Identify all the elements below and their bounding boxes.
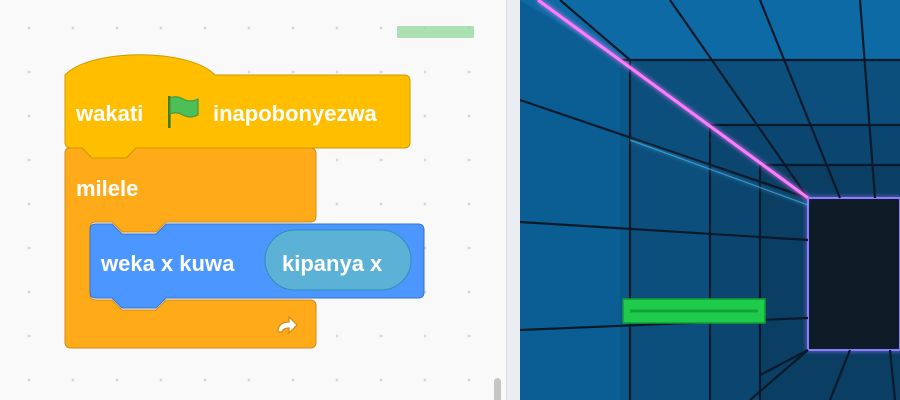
stage-canvas[interactable] <box>520 0 900 400</box>
forever-block-label: milele <box>76 176 138 201</box>
panel-divider <box>506 0 520 400</box>
set-x-block-label: weka x kuwa <box>100 251 235 276</box>
when-flag-clicked-block[interactable]: wakati inapobonyezwa <box>64 54 411 159</box>
script-stack: milele wakati inapobonyezwa weka x kuwa … <box>64 54 425 349</box>
code-workspace[interactable]: milele wakati inapobonyezwa weka x kuwa … <box>0 0 506 400</box>
mouse-x-reporter-label: kipanya x <box>282 251 383 276</box>
hat-block-label-start: wakati <box>75 101 143 126</box>
stage-scene <box>520 0 900 400</box>
hat-block-label-end: inapobonyezwa <box>213 101 378 126</box>
set-x-block[interactable]: weka x kuwa kipanya x <box>89 223 425 309</box>
tunnel-end <box>807 197 900 351</box>
workspace-vertical-scrollbar[interactable] <box>494 378 501 400</box>
mouse-x-reporter[interactable]: kipanya x <box>264 229 412 291</box>
